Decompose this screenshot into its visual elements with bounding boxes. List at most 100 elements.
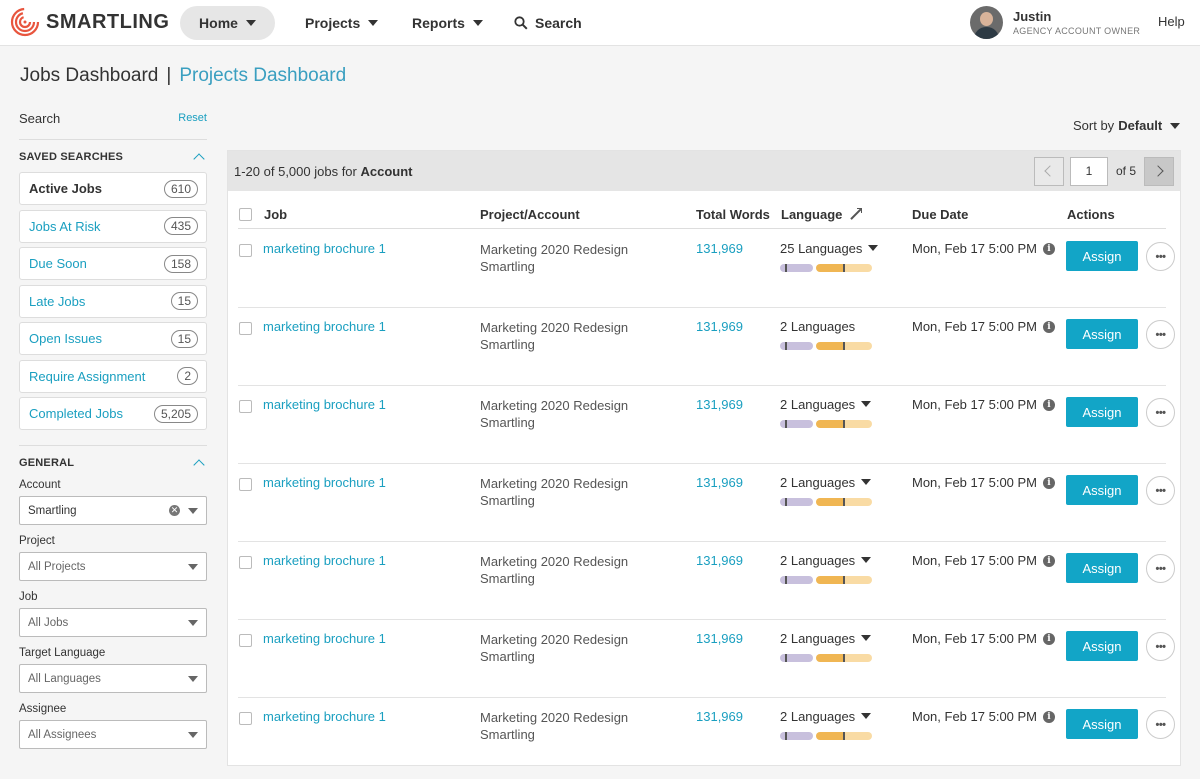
- chevron-up-icon: [193, 153, 205, 165]
- job-name-link[interactable]: marketing brochure 1: [263, 709, 386, 724]
- total-words-link[interactable]: 131,969: [696, 553, 743, 568]
- assign-button[interactable]: Assign: [1066, 553, 1138, 583]
- next-page-button[interactable]: [1144, 156, 1174, 186]
- header-project-account[interactable]: Project/Account: [480, 207, 580, 222]
- due-date: Mon, Feb 17 5:00 PM: [912, 553, 1038, 568]
- row-checkbox[interactable]: [239, 322, 252, 335]
- chevron-down-icon: [861, 635, 872, 641]
- general-filters-header[interactable]: GENERAL: [19, 457, 207, 471]
- clear-icon[interactable]: ✕: [169, 505, 180, 516]
- due-date-cell: Mon, Feb 17 5:00 PM i: [912, 241, 1056, 256]
- job-select[interactable]: All Jobs: [19, 608, 207, 637]
- row-checkbox[interactable]: [239, 712, 252, 725]
- languages-dropdown[interactable]: 2 Languages: [780, 631, 872, 646]
- job-name-link[interactable]: marketing brochure 1: [263, 553, 386, 568]
- page-number-input[interactable]: 1: [1069, 156, 1108, 186]
- project-name: Marketing 2020 Redesign: [480, 554, 629, 569]
- total-words-link[interactable]: 131,969: [696, 319, 743, 334]
- count-badge: 15: [170, 292, 198, 310]
- row-checkbox[interactable]: [239, 634, 252, 647]
- chevron-down-icon: [1170, 122, 1181, 129]
- jobs-dashboard-title: Jobs Dashboard: [20, 65, 159, 86]
- info-icon[interactable]: i: [1043, 632, 1056, 645]
- languages-dropdown[interactable]: 2 Languages: [780, 397, 872, 412]
- project-account-cell: Marketing 2020 Redesign Smartling: [480, 241, 628, 275]
- languages-dropdown[interactable]: 2 Languages: [780, 709, 872, 724]
- assign-button[interactable]: Assign: [1066, 397, 1138, 427]
- reset-link[interactable]: Reset: [178, 112, 207, 124]
- help-link[interactable]: Help: [1158, 14, 1185, 29]
- languages-dropdown[interactable]: 2 Languages: [780, 475, 872, 490]
- row-checkbox[interactable]: [239, 244, 252, 257]
- more-actions-button[interactable]: •••: [1146, 554, 1175, 583]
- account-select[interactable]: Smartling ✕: [19, 496, 207, 525]
- more-actions-button[interactable]: •••: [1146, 320, 1175, 349]
- account-name: Smartling: [480, 649, 535, 664]
- saved-search-due-soon[interactable]: Due Soon 158: [19, 247, 207, 280]
- due-date: Mon, Feb 17 5:00 PM: [912, 631, 1038, 646]
- assign-button[interactable]: Assign: [1066, 475, 1138, 505]
- total-words-link[interactable]: 131,969: [696, 397, 743, 412]
- saved-search-late-jobs[interactable]: Late Jobs 15: [19, 284, 207, 318]
- nav-search[interactable]: Search: [514, 6, 582, 40]
- nav-home-menu[interactable]: Home: [180, 6, 275, 40]
- due-date: Mon, Feb 17 5:00 PM: [912, 397, 1038, 412]
- nav-projects-menu[interactable]: Projects: [305, 6, 379, 40]
- info-icon[interactable]: i: [1043, 242, 1056, 255]
- job-name-link[interactable]: marketing brochure 1: [263, 241, 386, 256]
- total-words-link[interactable]: 131,969: [696, 475, 743, 490]
- languages-dropdown[interactable]: 25 Languages: [780, 241, 879, 256]
- smartling-logo[interactable]: SMARTLING: [10, 7, 169, 37]
- more-actions-button[interactable]: •••: [1146, 476, 1175, 505]
- info-icon[interactable]: i: [1043, 554, 1056, 567]
- header-job[interactable]: Job: [264, 207, 287, 222]
- assignee-select[interactable]: All Assignees: [19, 720, 207, 749]
- saved-search-completed-jobs[interactable]: Completed Jobs 5,205: [19, 397, 207, 430]
- project-select[interactable]: All Projects: [19, 552, 207, 581]
- nav-reports-menu[interactable]: Reports: [412, 6, 483, 40]
- assign-button[interactable]: Assign: [1066, 241, 1138, 271]
- header-due-date[interactable]: Due Date: [912, 207, 968, 222]
- select-all-checkbox[interactable]: [239, 208, 252, 221]
- row-checkbox[interactable]: [239, 400, 252, 413]
- job-name-link[interactable]: marketing brochure 1: [263, 319, 386, 334]
- saved-search-jobs-at-risk[interactable]: Jobs At Risk 435: [19, 209, 207, 243]
- saved-search-active-jobs[interactable]: Active Jobs 610: [19, 172, 207, 205]
- info-icon[interactable]: i: [1043, 320, 1056, 333]
- saved-searches-header[interactable]: SAVED SEARCHES: [19, 151, 207, 165]
- job-name-link[interactable]: marketing brochure 1: [263, 475, 386, 490]
- info-icon[interactable]: i: [1043, 476, 1056, 489]
- more-actions-button[interactable]: •••: [1146, 242, 1175, 271]
- count-badge: 2: [177, 367, 198, 385]
- job-name-link[interactable]: marketing brochure 1: [263, 397, 386, 412]
- target-language-select[interactable]: All Languages: [19, 664, 207, 693]
- job-name-link[interactable]: marketing brochure 1: [263, 631, 386, 646]
- info-icon[interactable]: i: [1043, 710, 1056, 723]
- row-checkbox[interactable]: [239, 556, 252, 569]
- project-account-cell: Marketing 2020 Redesign Smartling: [480, 397, 628, 431]
- info-icon[interactable]: i: [1043, 398, 1056, 411]
- header-total-words[interactable]: Total Words: [696, 207, 770, 222]
- sort-label: Sort by: [1073, 118, 1115, 133]
- saved-search-require-assignment[interactable]: Require Assignment 2: [19, 359, 207, 393]
- languages-dropdown[interactable]: 2 Languages: [780, 553, 872, 568]
- total-words-link[interactable]: 131,969: [696, 241, 743, 256]
- projects-dashboard-link[interactable]: Projects Dashboard: [179, 65, 346, 86]
- table-row: marketing brochure 1 Marketing 2020 Rede…: [238, 542, 1175, 620]
- sort-dropdown[interactable]: Sort by Default: [1073, 118, 1181, 133]
- assign-button[interactable]: Assign: [1066, 709, 1138, 739]
- total-words-link[interactable]: 131,969: [696, 709, 743, 724]
- assign-button[interactable]: Assign: [1066, 319, 1138, 349]
- saved-search-open-issues[interactable]: Open Issues 15: [19, 322, 207, 355]
- user-menu[interactable]: Justin AGENCY ACCOUNT OWNER: [970, 6, 1140, 39]
- more-actions-button[interactable]: •••: [1146, 632, 1175, 661]
- prev-page-button[interactable]: [1033, 156, 1064, 186]
- more-actions-button[interactable]: •••: [1146, 710, 1175, 739]
- chevron-left-icon: [1044, 165, 1057, 177]
- more-actions-button[interactable]: •••: [1146, 398, 1175, 427]
- row-checkbox[interactable]: [239, 478, 252, 491]
- expand-icon[interactable]: [850, 208, 863, 220]
- assign-button[interactable]: Assign: [1066, 631, 1138, 661]
- total-words-link[interactable]: 131,969: [696, 631, 743, 646]
- saved-search-label: Jobs At Risk: [29, 218, 101, 234]
